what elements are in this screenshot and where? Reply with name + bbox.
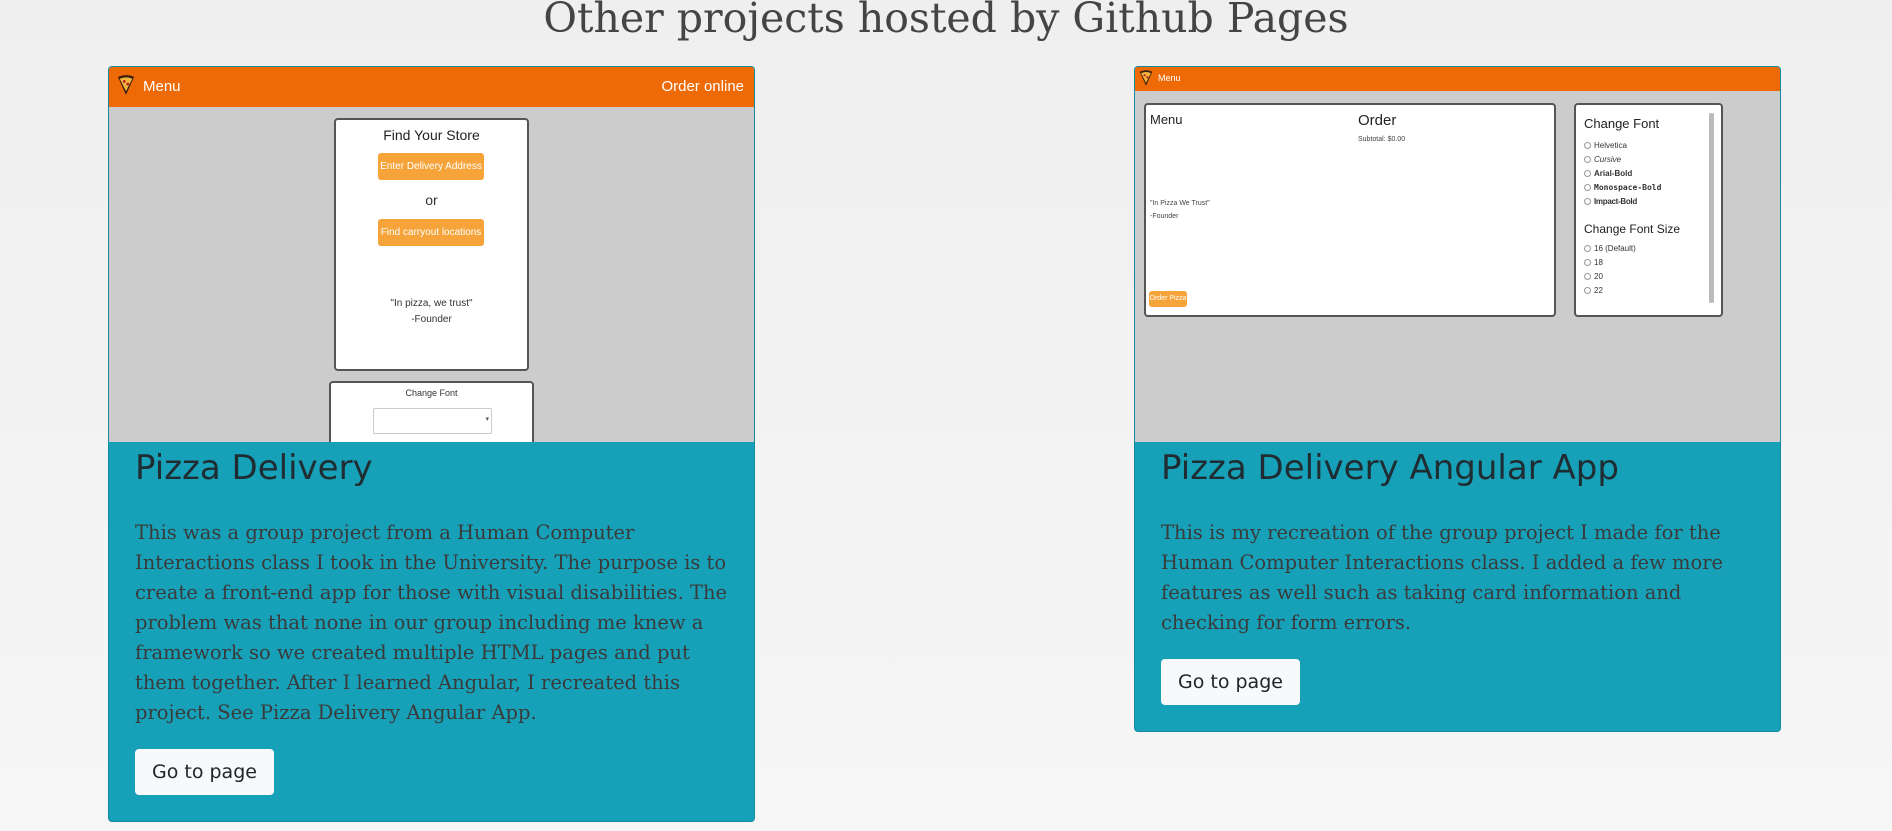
font-size-option: 20 xyxy=(1584,272,1704,281)
change-font-title: Change Font xyxy=(1584,116,1660,131)
delivery-address-button: Enter Delivery Address xyxy=(378,153,484,180)
panel-scrollbar xyxy=(1709,113,1714,303)
project-title: Pizza Delivery Angular App xyxy=(1161,448,1619,488)
change-font-title: Change Font xyxy=(405,388,458,398)
font-option: Arial-Bold xyxy=(1584,169,1704,178)
preview-quote-author: -Founder xyxy=(411,314,452,325)
font-option: Monospace-Bold xyxy=(1584,183,1704,192)
pizza-logo-icon xyxy=(117,75,135,95)
font-size-option: 22 xyxy=(1584,286,1704,295)
subtotal-text: Subtotal: $0.00 xyxy=(1358,136,1406,143)
menu-order-panel: Menu Order Subtotal: $0.00 "In Pizza We … xyxy=(1144,103,1556,317)
font-size-options-list: 16 (Default) 18 20 22 xyxy=(1584,239,1704,295)
preview-navbar: Menu Order online xyxy=(109,67,754,107)
font-option: Helvetica xyxy=(1584,141,1704,150)
menu-heading: Menu xyxy=(1150,112,1183,127)
font-option: Impact-Bold xyxy=(1584,197,1704,206)
font-select-box: ▾ xyxy=(373,408,492,434)
change-font-size-title: Change Font Size xyxy=(1584,222,1681,236)
preview-quote: "In pizza, we trust" xyxy=(390,298,473,309)
project-preview-image: Menu Order online Find Your Store Enter … xyxy=(109,67,754,442)
radio-icon xyxy=(1584,184,1591,191)
preview-quote-author: -Founder xyxy=(1150,213,1179,220)
preview-quote: "In Pizza We Trust" xyxy=(1150,200,1210,207)
preview-nav-menu: Menu xyxy=(1158,73,1181,83)
project-title: Pizza Delivery xyxy=(135,448,373,488)
preview-navbar: Menu xyxy=(1135,67,1780,91)
find-store-panel: Find Your Store Enter Delivery Address o… xyxy=(334,118,529,371)
radio-icon xyxy=(1584,245,1591,253)
pizza-logo-icon xyxy=(1139,70,1153,86)
radio-icon xyxy=(1584,287,1591,295)
radio-icon xyxy=(1584,170,1591,178)
radio-icon xyxy=(1584,273,1591,281)
page-heading: Other projects hosted by Github Pages xyxy=(543,0,1349,42)
project-preview-image: Menu Menu Order Subtotal: $0.00 "In Pizz… xyxy=(1135,67,1780,442)
preview-nav-menu: Menu xyxy=(143,78,181,95)
or-text: or xyxy=(425,192,438,208)
radio-icon xyxy=(1584,259,1591,267)
order-pizza-button: Order Pizza xyxy=(1149,291,1187,307)
project-description: This is my recreation of the group proje… xyxy=(1161,521,1724,634)
project-card-pizza-delivery-angular: Menu Menu Order Subtotal: $0.00 "In Pizz… xyxy=(1134,66,1781,732)
font-option: Cursive xyxy=(1584,155,1704,164)
carryout-button: Find carryout locations xyxy=(378,219,484,246)
select-arrow-icon: ▾ xyxy=(485,416,489,423)
go-to-page-button[interactable]: Go to page xyxy=(135,749,274,795)
radio-icon xyxy=(1584,156,1591,164)
radio-icon xyxy=(1584,142,1591,150)
font-options-list: Helvetica Cursive Arial-Bold Monospace-B… xyxy=(1584,136,1704,206)
find-store-title: Find Your Store xyxy=(383,127,480,143)
font-settings-panel: Change Font Helvetica Cursive Arial-Bold… xyxy=(1574,103,1723,317)
radio-icon xyxy=(1584,198,1591,206)
project-card-pizza-delivery: Menu Order online Find Your Store Enter … xyxy=(108,66,755,822)
font-size-option: 16 (Default) xyxy=(1584,244,1704,253)
change-font-panel: Change Font ▾ xyxy=(329,381,534,442)
go-to-page-button[interactable]: Go to page xyxy=(1161,659,1300,705)
project-description: This was a group project from a Human Co… xyxy=(135,521,728,724)
font-size-option: 18 xyxy=(1584,258,1704,267)
order-heading: Order xyxy=(1358,112,1397,129)
preview-nav-order: Order online xyxy=(661,78,744,95)
